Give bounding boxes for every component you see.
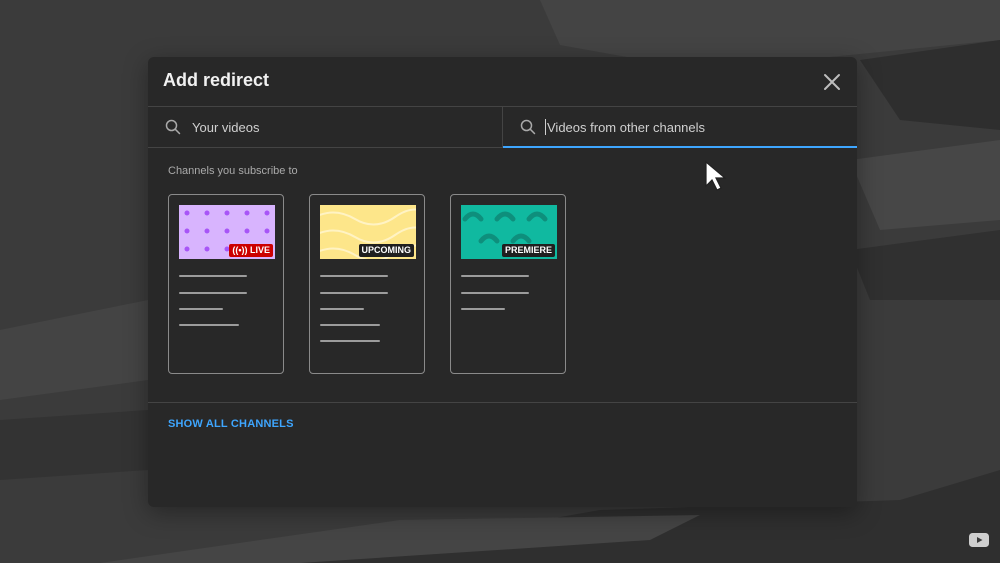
- upcoming-badge: UPCOMING: [358, 244, 414, 257]
- search-other-channels-input[interactable]: Videos from other channels: [503, 107, 857, 148]
- search-tabs: Your videos Videos from other channels: [148, 107, 857, 148]
- text-caret: [545, 119, 546, 135]
- dialog-header: Add redirect: [148, 57, 857, 107]
- placeholder-line: [461, 308, 505, 310]
- premiere-badge: PREMIERE: [501, 244, 555, 257]
- dialog-title: Add redirect: [163, 70, 270, 90]
- youtube-logo-icon: [969, 533, 989, 547]
- add-redirect-dialog: Add redirect Your videos Videos from oth…: [148, 57, 857, 507]
- placeholder-line: [179, 292, 247, 294]
- search-other-channels-label: Videos from other channels: [547, 120, 706, 135]
- placeholder-line: [461, 292, 529, 294]
- placeholder-line: [320, 275, 388, 277]
- placeholder-line: [320, 340, 380, 342]
- card-thumbnail: PREMIERE: [461, 205, 557, 259]
- channel-card[interactable]: PREMIERE: [450, 194, 566, 374]
- card-thumbnail: ((•)) LIVE: [179, 205, 275, 259]
- live-broadcast-icon: ((•)): [232, 245, 250, 255]
- placeholder-line: [179, 308, 223, 310]
- channel-card[interactable]: ((•)) LIVE: [168, 194, 284, 374]
- search-your-videos-label: Your videos: [192, 120, 260, 135]
- placeholder-line: [179, 324, 239, 326]
- active-tab-underline: [503, 146, 857, 148]
- close-icon[interactable]: [821, 71, 843, 93]
- show-all-channels-button[interactable]: SHOW ALL CHANNELS: [168, 418, 294, 430]
- card-thumbnail: UPCOMING: [320, 205, 416, 259]
- placeholder-line: [320, 324, 380, 326]
- live-badge-label: LIVE: [249, 245, 270, 255]
- footer-divider: [148, 402, 857, 403]
- placeholder-line: [461, 275, 529, 277]
- placeholder-line: [179, 275, 247, 277]
- search-icon: [165, 119, 181, 135]
- live-badge: ((•)) LIVE: [229, 244, 273, 257]
- channel-card[interactable]: UPCOMING: [309, 194, 425, 374]
- search-your-videos[interactable]: Your videos: [148, 107, 503, 147]
- placeholder-line: [320, 308, 364, 310]
- placeholder-line: [320, 292, 388, 294]
- mouse-pointer-icon: [705, 160, 727, 191]
- section-label: Channels you subscribe to: [168, 165, 298, 177]
- search-icon: [520, 119, 536, 135]
